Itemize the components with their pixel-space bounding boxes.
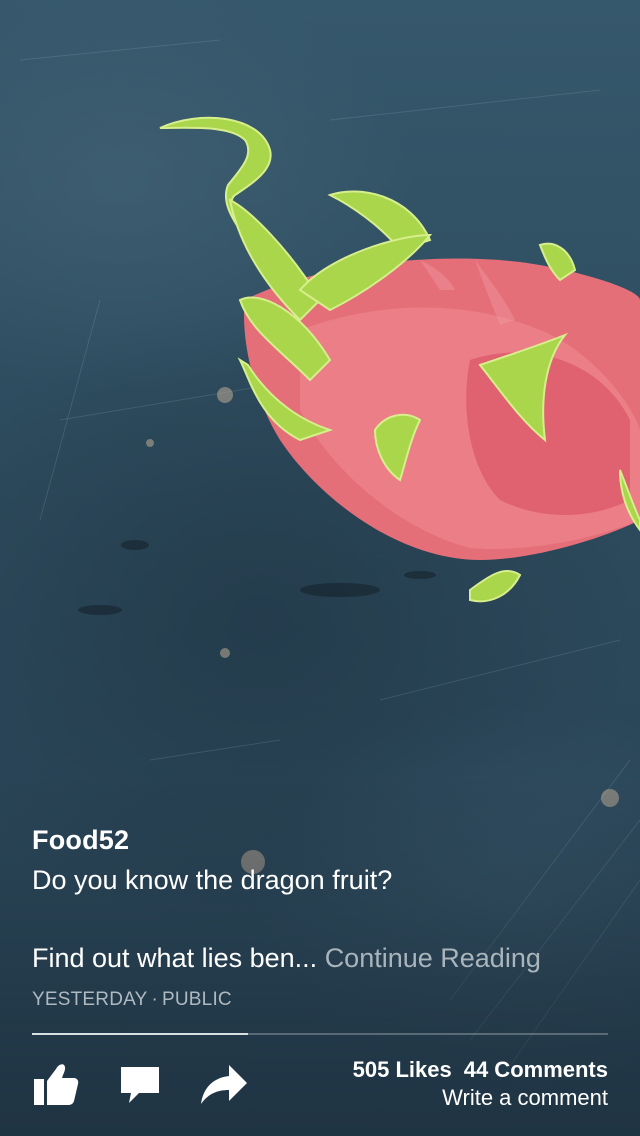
comment-button[interactable] bbox=[114, 1058, 166, 1110]
like-button[interactable] bbox=[30, 1058, 82, 1110]
read-progress-fill bbox=[32, 1033, 248, 1035]
comment-bubble-icon bbox=[121, 1067, 159, 1103]
post-timestamp: YESTERDAY bbox=[32, 989, 148, 1010]
excerpt-text: Find out what lies ben... bbox=[32, 943, 318, 973]
post-caption: Food52 Do you know the dragon fruit? Fin… bbox=[32, 824, 612, 1012]
share-arrow-icon bbox=[201, 1065, 247, 1104]
post-text: Do you know the dragon fruit? bbox=[32, 865, 393, 895]
meta-separator: · bbox=[151, 989, 159, 1010]
post-meta: YESTERDAY · PUBLIC bbox=[32, 988, 612, 1012]
post-visibility: PUBLIC bbox=[162, 989, 232, 1010]
continue-reading-link[interactable]: Continue Reading bbox=[325, 943, 541, 973]
likes-count[interactable]: 505 Likes bbox=[353, 1057, 452, 1082]
comments-count[interactable]: 44 Comments bbox=[464, 1057, 608, 1082]
action-bar bbox=[30, 1058, 282, 1110]
page-name-link[interactable]: Food52 bbox=[32, 824, 612, 856]
read-progress-bar bbox=[32, 1033, 608, 1035]
post-excerpt: Find out what lies ben... Continue Readi… bbox=[32, 942, 612, 974]
thumbs-up-icon bbox=[34, 1064, 79, 1105]
write-comment-link[interactable]: Write a comment bbox=[353, 1084, 608, 1112]
engagement-counts: 505 Likes 44 Comments bbox=[353, 1056, 608, 1084]
post-stats: 505 Likes 44 Comments Write a comment bbox=[353, 1056, 608, 1112]
share-button[interactable] bbox=[198, 1058, 250, 1110]
